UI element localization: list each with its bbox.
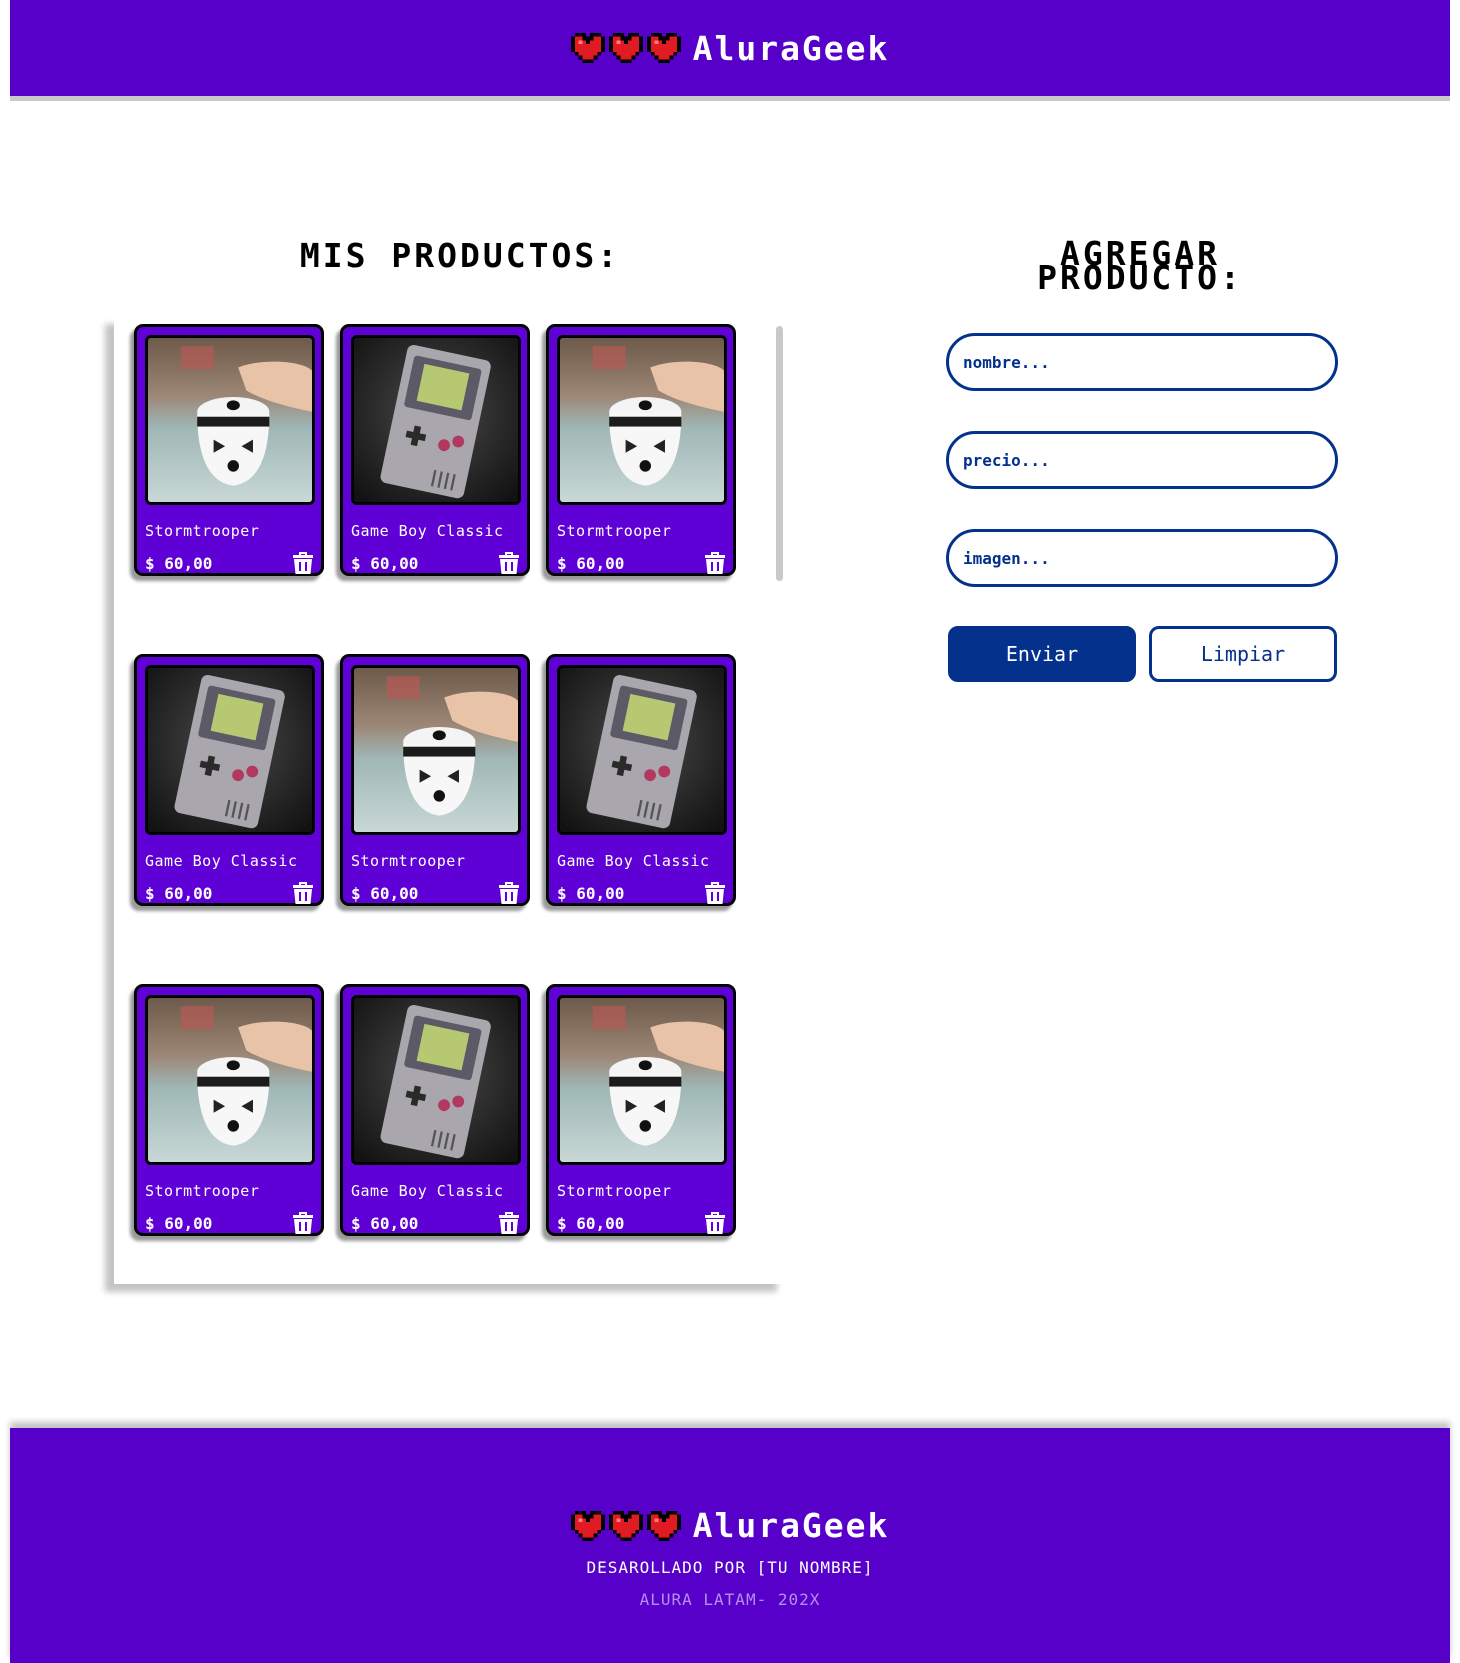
- product-image: [351, 665, 521, 835]
- product-price: $ 60,00: [145, 884, 213, 903]
- name-field[interactable]: [946, 333, 1338, 391]
- products-scrollbar[interactable]: [776, 326, 783, 581]
- product-card[interactable]: Game Boy Classic $ 60,00: [546, 654, 736, 906]
- product-name: Game Boy Classic: [557, 852, 710, 870]
- products-grid: Stormtrooper $ 60,00 Game Boy Classic $ 60…: [134, 324, 742, 1236]
- trash-icon[interactable]: [705, 1212, 725, 1234]
- product-name: Game Boy Classic: [351, 522, 504, 540]
- product-price: $ 60,00: [145, 1214, 213, 1233]
- trash-icon[interactable]: [499, 882, 519, 904]
- pixel-heart-icon: [646, 1510, 681, 1541]
- footer-copyright: ALURA LATAM- 202X: [639, 1590, 821, 1609]
- hearts-group: [570, 1510, 681, 1542]
- product-card[interactable]: Stormtrooper $ 60,00: [546, 984, 736, 1236]
- image-field[interactable]: [946, 529, 1338, 587]
- brand-name: AluraGeek: [692, 28, 890, 68]
- products-title: MIS PRODUCTOS:: [299, 236, 621, 275]
- product-image: [145, 995, 315, 1165]
- product-card[interactable]: Stormtrooper $ 60,00: [340, 654, 530, 906]
- product-name: Stormtrooper: [351, 852, 466, 870]
- trash-icon[interactable]: [705, 882, 725, 904]
- product-image: [557, 665, 727, 835]
- product-name: Game Boy Classic: [145, 852, 298, 870]
- trash-icon[interactable]: [293, 1212, 313, 1234]
- pixel-heart-icon: [570, 32, 605, 64]
- price-field[interactable]: [946, 431, 1338, 489]
- clear-button[interactable]: Limpiar: [1149, 626, 1337, 682]
- product-price: $ 60,00: [557, 1214, 625, 1233]
- product-card[interactable]: Stormtrooper $ 60,00: [134, 984, 324, 1236]
- pixel-heart-icon: [608, 32, 643, 64]
- site-header: AluraGeek: [10, 0, 1450, 96]
- add-product-title: AGREGAR PRODUCTO:: [940, 237, 1340, 294]
- trash-icon[interactable]: [705, 552, 725, 574]
- trash-icon[interactable]: [293, 882, 313, 904]
- product-image: [557, 995, 727, 1165]
- product-card[interactable]: Game Boy Classic $ 60,00: [340, 324, 530, 576]
- footer-brand-logo[interactable]: AluraGeek: [10, 1506, 1450, 1545]
- product-price: $ 60,00: [145, 554, 213, 573]
- product-name: Stormtrooper: [557, 1182, 672, 1200]
- trash-icon[interactable]: [499, 552, 519, 574]
- pixel-heart-icon: [570, 1510, 605, 1541]
- product-image: [351, 335, 521, 505]
- footer-brand-name: AluraGeek: [692, 1506, 890, 1545]
- product-card[interactable]: Stormtrooper $ 60,00: [546, 324, 736, 576]
- product-price: $ 60,00: [557, 884, 625, 903]
- footer-developed-by: DESAROLLADO POR [TU NOMBRE]: [586, 1558, 874, 1577]
- product-name: Game Boy Classic: [351, 1182, 504, 1200]
- trash-icon[interactable]: [293, 552, 313, 574]
- product-name: Stormtrooper: [557, 522, 672, 540]
- product-card[interactable]: Stormtrooper $ 60,00: [134, 324, 324, 576]
- product-image: [145, 335, 315, 505]
- product-name: Stormtrooper: [145, 522, 260, 540]
- product-card[interactable]: Game Boy Classic $ 60,00: [134, 654, 324, 906]
- product-image: [145, 665, 315, 835]
- product-image: [557, 335, 727, 505]
- product-card[interactable]: Game Boy Classic $ 60,00: [340, 984, 530, 1236]
- submit-button[interactable]: Enviar: [948, 626, 1136, 682]
- pixel-heart-icon: [646, 32, 681, 64]
- hearts-group: [570, 32, 681, 64]
- pixel-heart-icon: [608, 1510, 643, 1541]
- trash-icon[interactable]: [499, 1212, 519, 1234]
- product-price: $ 60,00: [351, 884, 419, 903]
- product-price: $ 60,00: [351, 1214, 419, 1233]
- product-price: $ 60,00: [351, 554, 419, 573]
- site-footer: AluraGeek DESAROLLADO POR [TU NOMBRE] AL…: [10, 1428, 1450, 1663]
- brand-logo[interactable]: AluraGeek: [570, 28, 890, 68]
- add-product-title-line2: PRODUCTO:: [1037, 258, 1243, 297]
- product-image: [351, 995, 521, 1165]
- product-price: $ 60,00: [557, 554, 625, 573]
- product-name: Stormtrooper: [145, 1182, 260, 1200]
